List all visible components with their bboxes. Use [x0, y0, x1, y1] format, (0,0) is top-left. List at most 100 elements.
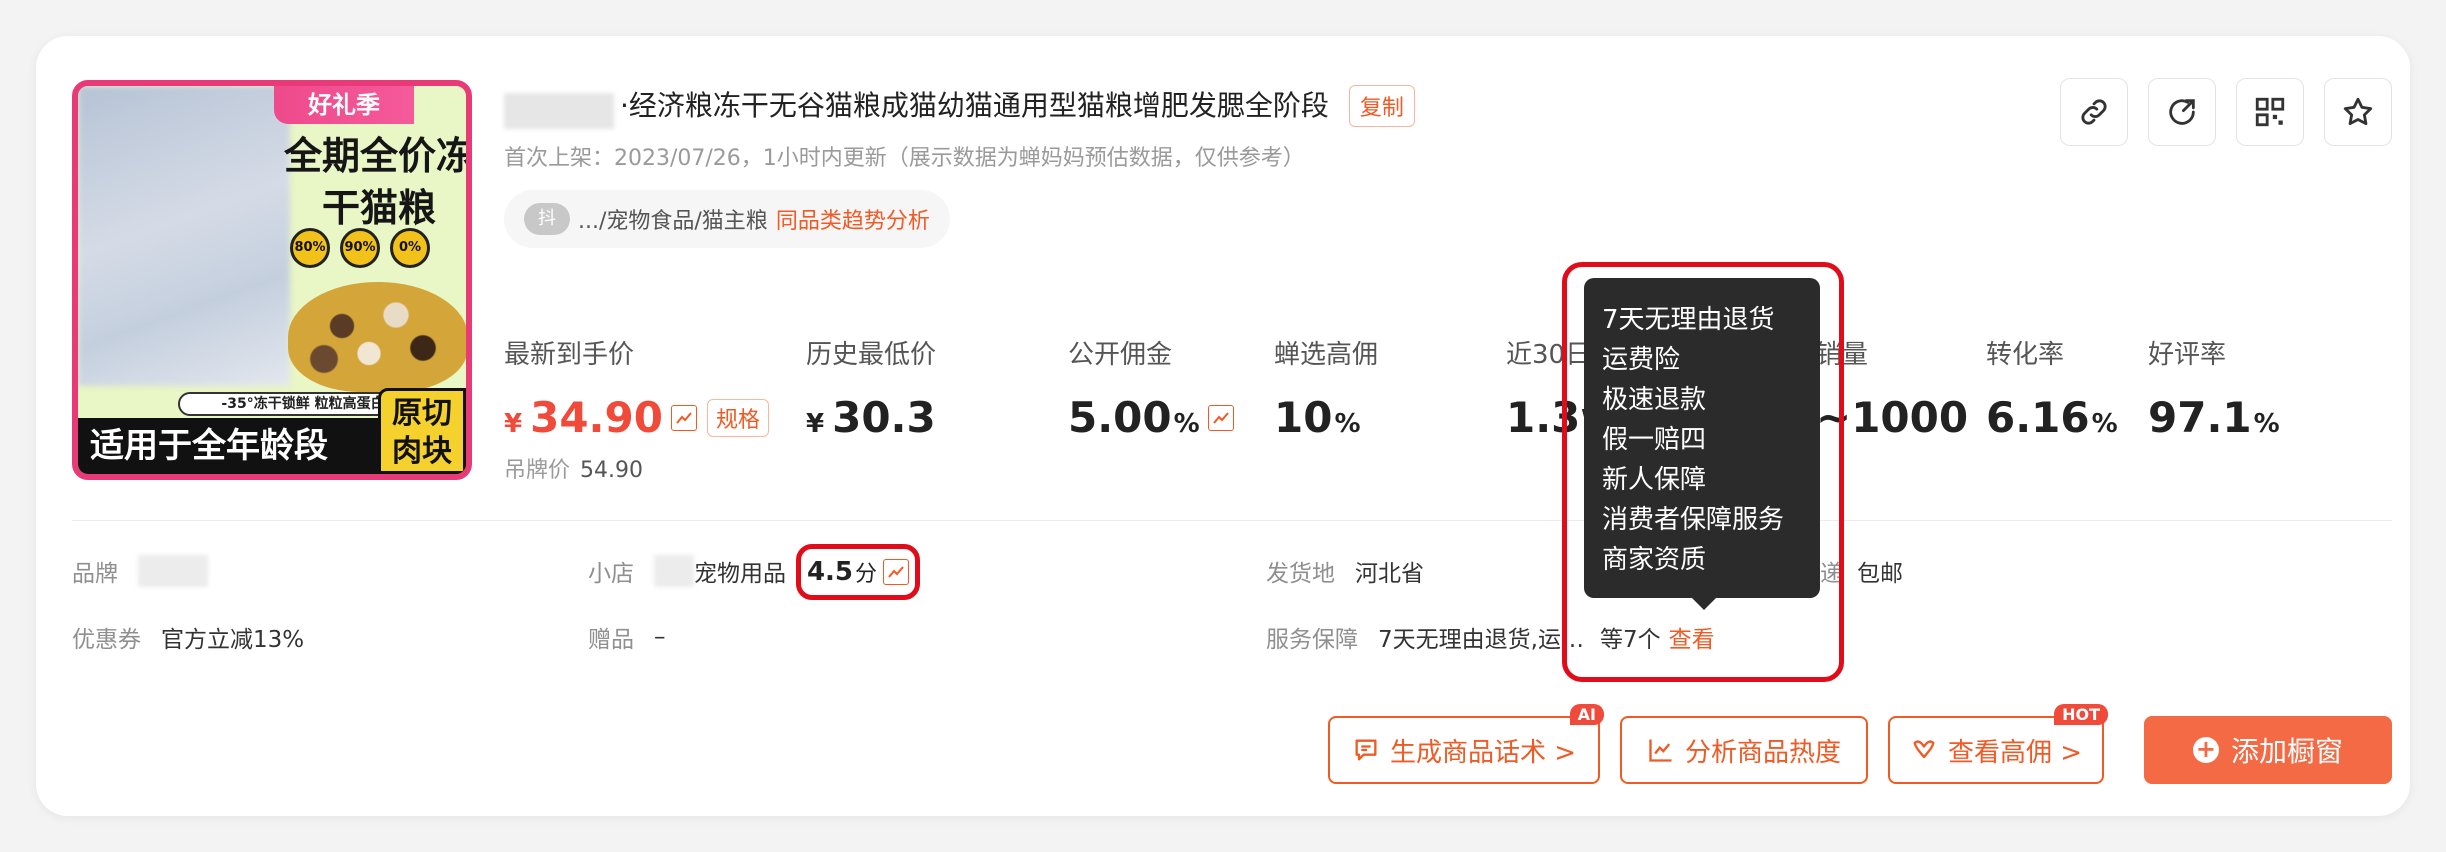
food-bowl-graphic: [288, 282, 466, 392]
high-commission-value: 10: [1274, 393, 1333, 442]
chart-icon: [1649, 739, 1672, 762]
shop-label: 小店: [588, 561, 634, 587]
plus-icon: +: [2192, 737, 2219, 763]
brand-mask: [138, 555, 208, 587]
image-bottom-text: 适用于全年龄段: [90, 426, 328, 466]
trend-icon: [1212, 411, 1229, 424]
add-to-window-button[interactable]: + 添加橱窗: [2144, 716, 2392, 784]
tooltip-line: 商家资质: [1602, 545, 1707, 575]
category-pill: 抖 .../宠物食品/猫主粮 同品类趋势分析: [504, 190, 950, 248]
ship-from-row: 发货地 河北省: [1266, 554, 1424, 588]
tooltip-line: 新人保障: [1602, 465, 1707, 495]
metric-label: 蝉选高佣: [1274, 340, 1379, 370]
metric-latest-price: 最新到手价 ¥ 34.90 规格: [504, 334, 769, 442]
metric-label: 好评率: [2148, 340, 2227, 370]
metric-label: 历史最低价: [806, 340, 937, 370]
currency-symbol: ¥: [504, 409, 523, 439]
metric-good-rate: 好评率 97.1%: [2148, 334, 2280, 442]
service-label: 服务保障: [1266, 627, 1358, 653]
image-badge: 90%: [340, 228, 380, 268]
category-trend-link[interactable]: 同品类趋势分析: [776, 203, 930, 235]
good-rate-value: 97.1: [2148, 393, 2252, 442]
metric-label: 公开佣金: [1068, 340, 1173, 370]
view-high-commission-label: 查看高佣 >: [1947, 737, 2083, 768]
coupon-value: 官方立减13%: [161, 627, 305, 653]
generate-script-button[interactable]: 生成商品话术 > AI: [1328, 704, 1604, 784]
view-high-commission-button[interactable]: 查看高佣 > HOT: [1888, 704, 2108, 784]
image-badges: 80% 90% 0%: [290, 228, 430, 268]
listing-info: 首次上架：2023/07/26，1小时内更新（展示数据为蝉妈妈预估数据，仅供参考…: [504, 146, 1305, 171]
unit: %: [2253, 409, 2280, 439]
divider: [72, 520, 2392, 521]
favorite-button[interactable]: [2324, 78, 2392, 146]
image-corner-text: 原切肉块: [378, 388, 466, 474]
shop-row: 小店 宠物用品: [588, 554, 786, 588]
metric-conversion: 转化率 6.16%: [1986, 334, 2118, 442]
image-badge: 0%: [390, 228, 430, 268]
gift-label: 赠品: [588, 627, 634, 653]
price-trend-button[interactable]: [670, 404, 697, 431]
shop-name[interactable]: 宠物用品: [694, 554, 786, 588]
share-icon: [2169, 99, 2195, 125]
metric-value: 97.1%: [2148, 393, 2280, 442]
unit: %: [1173, 409, 1200, 439]
image-tag: 好礼季: [274, 86, 414, 124]
shipping-value: 包邮: [1857, 561, 1903, 587]
qrcode-icon: [2255, 97, 2285, 127]
spec-button[interactable]: 规格: [706, 398, 769, 437]
metric-label: 转化率: [1986, 340, 2065, 370]
score-trend-button[interactable]: [883, 559, 910, 585]
brand-label: 品牌: [72, 561, 118, 587]
shop-name-mask: [654, 555, 694, 587]
coupon-row: 优惠券 官方立减13%: [72, 620, 304, 654]
service-value: 7天无理由退货,运…: [1378, 627, 1584, 653]
shop-score[interactable]: 4.5 分: [796, 544, 920, 600]
product-title-wrap: ·经济粮冻干无谷猫粮成猫幼猫通用型猫粮增肥发腮全阶段: [504, 84, 1329, 129]
image-badge: 80%: [290, 228, 330, 268]
product-image[interactable]: 好礼季 全期全价冻干猫粮 80% 90% 0% -35°冻干锁鲜 粒粒高蛋白 适…: [72, 80, 472, 480]
conversion-value: 6.16: [1986, 393, 2090, 442]
gift-row: 赠品 –: [588, 620, 666, 654]
qrcode-button[interactable]: [2236, 78, 2304, 146]
metric-value: 5.00%: [1068, 393, 1234, 442]
tooltip-line: 消费者保障服务: [1602, 505, 1785, 535]
add-to-window-label: 添加橱窗: [2230, 735, 2343, 768]
cicada-icon: [1913, 740, 1935, 759]
generate-script-label: 生成商品话术 >: [1389, 737, 1577, 768]
product-title: ·经济粮冻干无谷猫粮成猫幼猫通用型猫粮增肥发腮全阶段: [620, 89, 1329, 122]
tooltip-line: 极速退款: [1602, 385, 1707, 415]
link-icon: [2081, 99, 2107, 125]
copy-button[interactable]: 复制: [1348, 85, 1415, 128]
ai-badge: AI: [1569, 704, 1604, 725]
metric-value: 6.16%: [1986, 393, 2118, 442]
analyze-heat-label: 分析商品热度: [1684, 737, 1841, 768]
tooltip-line: 7天无理由退货: [1602, 305, 1775, 335]
commission-trend-button[interactable]: [1207, 404, 1234, 431]
gift-value: –: [654, 624, 666, 650]
analyze-heat-button[interactable]: 分析商品热度: [1620, 716, 1868, 784]
ship-from-label: 发货地: [1266, 561, 1335, 587]
service-tooltip: 7天无理由退货 运费险 极速退款 假一赔四 新人保障 消费者保障服务 商家资质: [1584, 278, 1820, 610]
blurred-region: [78, 86, 290, 386]
metric-lowest-price: 历史最低价 ¥ 30.3: [806, 334, 936, 442]
shop-score-value: 4.5: [806, 557, 854, 587]
brand-row: 品牌: [72, 554, 208, 588]
coupon-label: 优惠券: [72, 627, 141, 653]
title-mask: [504, 92, 614, 129]
trend-icon: [676, 411, 692, 424]
image-headline: 全期全价冻干猫粮: [284, 134, 472, 230]
metric-commission: 公开佣金 5.00%: [1068, 334, 1234, 442]
tag-price-label: 吊牌价: [504, 458, 571, 483]
trend-icon: [888, 566, 904, 578]
hot-badge: HOT: [2054, 704, 2108, 725]
tooltip-line: 运费险: [1602, 345, 1681, 375]
ship-from-value: 河北省: [1355, 561, 1424, 587]
tooltip-line: 假一赔四: [1602, 425, 1707, 455]
copy-link-button[interactable]: [2060, 78, 2128, 146]
latest-price-value: 34.90: [530, 393, 663, 442]
currency-symbol: ¥: [806, 409, 825, 439]
share-button[interactable]: [2148, 78, 2216, 146]
message-icon: [1355, 739, 1377, 761]
star-icon: [2343, 97, 2373, 126]
metric-label: 最新到手价: [504, 340, 635, 370]
